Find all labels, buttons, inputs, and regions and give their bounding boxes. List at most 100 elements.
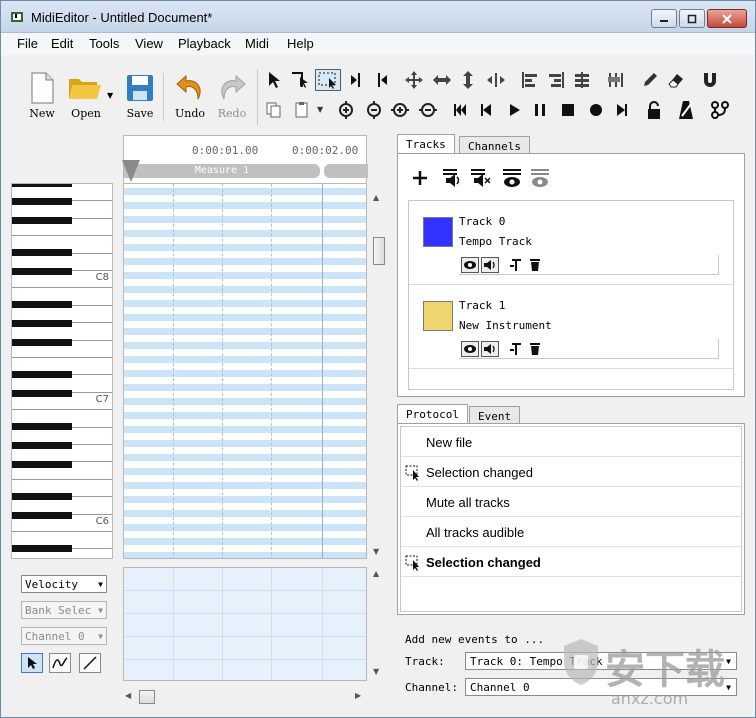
mute-all-tracks-icon[interactable] [470,168,492,188]
protocol-item[interactable]: New file [401,427,741,457]
zoom-out-vertical-icon[interactable] [363,99,385,121]
move-all-icon[interactable] [403,69,425,91]
select-box-icon[interactable] [315,69,341,91]
scroll-up-icon[interactable]: ▲ [373,193,379,202]
pencil-icon[interactable] [639,69,661,91]
piano-black-key[interactable] [12,197,72,205]
zoom-in-vertical-icon[interactable] [335,99,357,121]
piano-black-key[interactable] [12,460,72,468]
menu-edit[interactable]: Edit [47,35,77,52]
piano-black-key[interactable] [12,545,72,553]
rename-track-icon[interactable] [509,258,523,272]
piano-black-key[interactable] [12,511,72,519]
open-dropdown-icon[interactable]: ▼ [107,91,113,100]
freehand-tool-button[interactable] [49,653,71,673]
protocol-item[interactable]: Selection changed [401,457,741,487]
piano-black-key[interactable] [12,492,72,500]
scroll-left-icon[interactable]: ◀ [125,691,131,700]
paste-icon[interactable] [291,99,313,121]
select-left-icon[interactable] [345,69,367,91]
time-ruler[interactable]: 0:00:01.00 0:00:02.00 Measure 1 [122,135,368,183]
track-visible-button[interactable] [461,341,479,357]
menu-view[interactable]: View [131,35,167,52]
scroll-down-icon[interactable]: ▼ [373,547,379,556]
menu-tools[interactable]: Tools [85,35,123,52]
measure-bar[interactable]: Measure 1 [124,164,320,178]
track-audible-button[interactable] [481,257,499,273]
piano-black-key[interactable] [12,319,72,327]
velocity-vertical-scrollbar[interactable]: ▲ ▼ [369,567,387,679]
maximize-button[interactable] [679,9,705,28]
piano-black-key[interactable] [12,390,72,398]
piano-black-key[interactable] [12,217,72,225]
select-right-icon[interactable] [371,69,393,91]
protocol-item[interactable]: Mute all tracks [401,487,741,517]
redo-button[interactable]: Redo [209,71,255,123]
scroll-down-icon[interactable]: ▼ [373,667,379,676]
minimize-button[interactable] [651,9,677,28]
select-single-icon[interactable] [289,69,311,91]
move-vertical-icon[interactable] [457,69,479,91]
hide-all-tracks-icon[interactable] [530,168,552,188]
velocity-select[interactable]: Velocity ▼ [21,575,107,593]
measure-bar-2[interactable] [324,164,368,178]
horizontal-scrollbar[interactable]: ◀ ▶ [123,689,367,705]
record-icon[interactable] [585,99,607,121]
piano-black-key[interactable] [12,184,72,187]
pointer-tool-button[interactable] [21,653,43,673]
paste-dropdown-icon[interactable]: ▼ [317,105,323,114]
copy-icon[interactable] [263,99,285,121]
tab-channels[interactable]: Channels [459,136,530,154]
piano-black-key[interactable] [12,249,72,257]
step-back-icon[interactable] [475,99,497,121]
piano-black-key[interactable] [12,371,72,379]
track-visible-button[interactable] [461,257,479,273]
step-forward-icon[interactable] [611,99,633,121]
undo-button[interactable]: Undo [167,71,213,123]
tab-event[interactable]: Event [469,406,521,424]
velocity-pane[interactable] [123,567,367,681]
trash-icon[interactable] [529,258,541,272]
lock-icon[interactable] [643,99,665,121]
bank-select[interactable]: Bank Selec ▼ [21,601,107,619]
skip-to-start-icon[interactable] [449,99,471,121]
trash-icon[interactable] [529,342,541,356]
track-item[interactable]: Track 1 New Instrument [409,285,733,369]
note-grid[interactable] [123,183,367,559]
new-button[interactable]: New [19,71,65,123]
scroll-thumb[interactable] [373,237,385,265]
align-left-icon[interactable] [519,69,541,91]
menu-help[interactable]: Help [283,35,318,52]
piano-black-key[interactable] [12,301,72,309]
save-button[interactable]: Save [117,71,163,123]
scroll-right-icon[interactable]: ▶ [355,691,361,700]
piano-keyboard[interactable]: C8 C7 C6 [11,183,113,559]
pause-icon[interactable] [529,99,551,121]
play-icon[interactable] [503,99,525,121]
protocol-item[interactable]: Selection changed [401,547,741,577]
magnet-icon[interactable] [699,69,721,91]
equalize-icon[interactable] [571,69,593,91]
menu-midi[interactable]: Midi [241,35,273,52]
protocol-item[interactable]: All tracks audible [401,517,741,547]
menu-playback[interactable]: Playback [174,35,235,52]
eraser-icon[interactable] [665,69,687,91]
size-change-icon[interactable] [485,69,507,91]
all-tracks-audible-icon[interactable] [442,168,464,188]
zoom-out-horizontal-icon[interactable] [417,99,439,121]
show-all-tracks-icon[interactable] [502,168,524,188]
piano-black-key[interactable] [12,423,72,431]
piano-black-key[interactable] [12,268,72,276]
quantize-icon[interactable] [605,69,627,91]
metronome-icon[interactable] [675,99,697,121]
add-track-icon[interactable] [412,170,428,186]
scroll-up-icon[interactable]: ▲ [373,569,379,578]
open-button[interactable]: ▼ Open [63,71,113,123]
channel-select[interactable]: Channel 0 ▼ [21,627,107,645]
hscroll-thumb[interactable] [139,690,155,704]
zoom-in-horizontal-icon[interactable] [389,99,411,121]
rename-track-icon[interactable] [509,342,523,356]
midi-connect-icon[interactable] [709,99,731,121]
tab-tracks[interactable]: Tracks [397,134,455,155]
move-horizontal-icon[interactable] [431,69,453,91]
